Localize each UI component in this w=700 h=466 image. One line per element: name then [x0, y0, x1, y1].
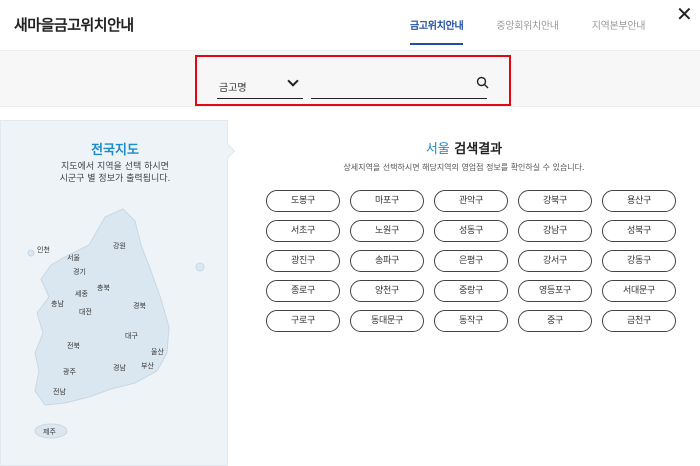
- chevron-down-icon: [287, 75, 299, 87]
- header: 새마을금고위치안내 금고위치안내 중앙회위치안내 지역본부안내 ✕: [0, 0, 700, 50]
- search-type-select[interactable]: 금고명: [217, 73, 303, 99]
- region-jeonbuk[interactable]: 전북: [67, 341, 80, 351]
- district-button[interactable]: 마포구: [350, 190, 424, 212]
- results-title: 서울 검색결과: [228, 138, 700, 157]
- region-daegu[interactable]: 대구: [125, 331, 138, 341]
- region-daejeon[interactable]: 대전: [79, 307, 92, 317]
- region-sejong[interactable]: 세종: [75, 289, 88, 299]
- district-button[interactable]: 노원구: [350, 220, 424, 242]
- district-button[interactable]: 중랑구: [434, 280, 508, 302]
- page-title: 새마을금고위치안내: [14, 16, 134, 34]
- ulleungdo-shape: [195, 262, 205, 272]
- district-button[interactable]: 강남구: [518, 220, 592, 242]
- district-button[interactable]: 도봉구: [266, 190, 340, 212]
- search-band: 금고명: [0, 50, 700, 107]
- district-button[interactable]: 강동구: [602, 250, 676, 272]
- region-gwangju[interactable]: 광주: [63, 367, 76, 377]
- district-button[interactable]: 서대문구: [602, 280, 676, 302]
- tab-bar: 금고위치안내 중앙회위치안내 지역본부안내: [410, 17, 678, 45]
- search-box: 금고명: [195, 55, 511, 106]
- results-city: 서울: [425, 142, 450, 157]
- region-gyeongnam[interactable]: 경남: [113, 363, 126, 373]
- korea-map[interactable]: [1, 121, 229, 466]
- district-button[interactable]: 서초구: [266, 220, 340, 242]
- region-jeonnam[interactable]: 전남: [53, 387, 66, 397]
- search-icon[interactable]: [476, 76, 489, 89]
- region-gangwon[interactable]: 강원: [113, 241, 126, 251]
- region-busan[interactable]: 부산: [141, 361, 154, 371]
- district-button[interactable]: 성북구: [602, 220, 676, 242]
- search-type-value: 금고명: [219, 83, 247, 94]
- region-incheon[interactable]: 인천: [37, 245, 50, 255]
- region-gyeonggi[interactable]: 경기: [73, 267, 86, 277]
- tab-central-location[interactable]: 중앙회위치안내: [496, 17, 559, 45]
- results-title-suffix: 검색결과: [454, 142, 503, 157]
- district-button[interactable]: 금천구: [602, 310, 676, 332]
- region-ulsan[interactable]: 울산: [151, 347, 164, 357]
- ganghwa-island-shape: [27, 249, 35, 257]
- district-button[interactable]: 강서구: [518, 250, 592, 272]
- district-button[interactable]: 성동구: [434, 220, 508, 242]
- district-button[interactable]: 강북구: [518, 190, 592, 212]
- tab-branch-location[interactable]: 금고위치안내: [410, 17, 464, 45]
- district-button[interactable]: 광진구: [266, 250, 340, 272]
- district-button[interactable]: 중구: [518, 310, 592, 332]
- map-panel: 전국지도 지도에서 지역을 선택 하시면 시군구 별 정보가 출력됩니다. 인천…: [0, 120, 228, 466]
- region-chungnam[interactable]: 충남: [51, 299, 64, 309]
- close-icon[interactable]: ✕: [676, 4, 693, 24]
- district-button[interactable]: 은평구: [434, 250, 508, 272]
- region-chungbuk[interactable]: 충북: [97, 283, 110, 293]
- district-grid: 도봉구 마포구 관악구 강북구 용산구서초구 노원구 성동구 강남구 성북구광진구 송파구 은평구 강…: [266, 190, 682, 332]
- district-button[interactable]: 송파구: [350, 250, 424, 272]
- district-button[interactable]: 구로구: [266, 310, 340, 332]
- region-jeju[interactable]: 제주: [43, 427, 56, 437]
- region-gyeongbuk[interactable]: 경북: [133, 301, 146, 311]
- district-button[interactable]: 양천구: [350, 280, 424, 302]
- results-description: 상세지역을 선택하시면 해당지역의 영업점 정보를 확인하실 수 있습니다.: [343, 163, 585, 172]
- search-input[interactable]: [311, 73, 487, 99]
- district-button[interactable]: 관악구: [434, 190, 508, 212]
- tab-regional-office[interactable]: 지역본부안내: [592, 17, 646, 45]
- district-button[interactable]: 종로구: [266, 280, 340, 302]
- district-button[interactable]: 동작구: [434, 310, 508, 332]
- district-button[interactable]: 동대문구: [350, 310, 424, 332]
- district-button[interactable]: 용산구: [602, 190, 676, 212]
- district-button[interactable]: 영등포구: [518, 280, 592, 302]
- region-seoul[interactable]: 서울: [67, 253, 80, 263]
